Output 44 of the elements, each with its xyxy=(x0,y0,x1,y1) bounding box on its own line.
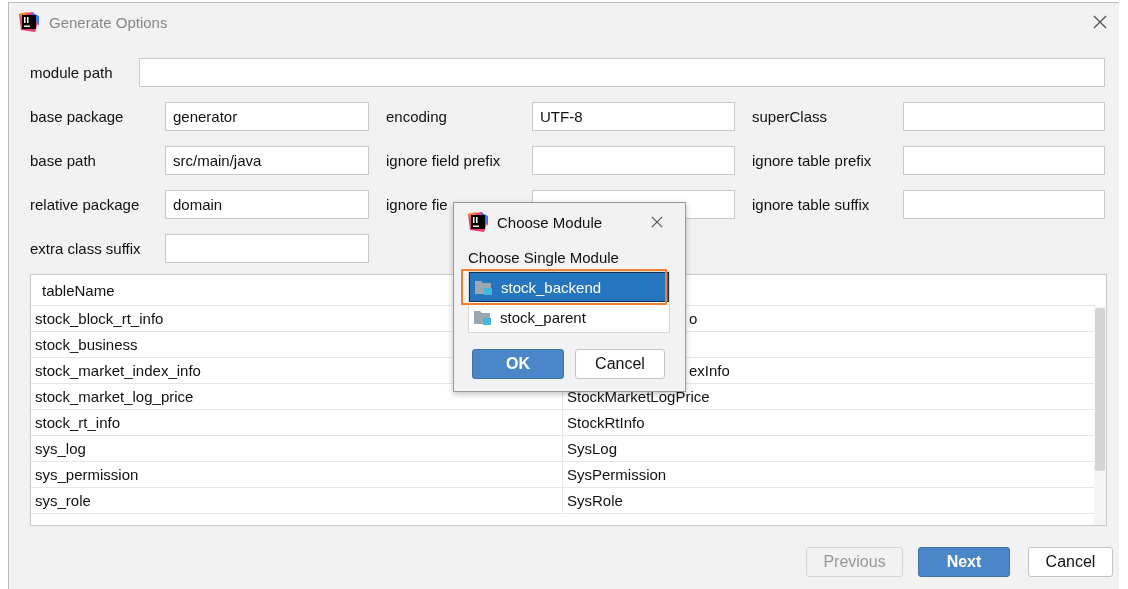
button[interactable]: Next xyxy=(918,547,1010,577)
text-field[interactable] xyxy=(165,234,369,263)
module-folder-icon xyxy=(474,279,492,295)
close-icon[interactable] xyxy=(651,216,663,228)
text-field[interactable] xyxy=(139,58,1105,87)
window-title: Generate Options xyxy=(49,13,168,31)
field-label: base path xyxy=(30,152,97,169)
table-cell-text: stock_market_log_price xyxy=(34,388,194,405)
field-label: ignore table prefix xyxy=(752,152,873,169)
table-cell-text: stock_block_rt_info xyxy=(34,310,164,327)
prompt-label: Choose Single Module xyxy=(468,249,620,266)
scrollbar-thumb[interactable] xyxy=(1095,308,1105,471)
text-field[interactable]: domain xyxy=(165,190,369,219)
app-logo-icon xyxy=(468,212,488,232)
module-folder-icon xyxy=(473,309,491,325)
table-cell-text: sys_role xyxy=(34,492,91,509)
button[interactable]: Cancel xyxy=(1028,547,1113,577)
field-label: ignore table suffix xyxy=(752,196,871,213)
list-item[interactable]: stock_backend xyxy=(469,272,669,302)
field-label: base package xyxy=(30,108,125,125)
text-field[interactable] xyxy=(903,102,1105,131)
button[interactable]: OK xyxy=(472,349,564,379)
field-label: relative package xyxy=(30,196,141,213)
table-cell-text: stock_market_index_info xyxy=(34,362,201,379)
table-cell-text: stock_rt_info xyxy=(34,414,121,431)
field-label: extra class suffix xyxy=(30,240,142,257)
field-label: module path xyxy=(30,64,114,81)
field-label: ignore field prefix xyxy=(386,152,502,169)
text-field[interactable]: UTF-8 xyxy=(532,102,735,131)
field-label: ignore fie xyxy=(386,196,449,213)
table-cell-text: sys_log xyxy=(34,440,86,457)
button[interactable]: Cancel xyxy=(575,349,665,379)
text-field[interactable] xyxy=(532,146,735,175)
dialog-title: Choose Module xyxy=(497,213,603,231)
text-field[interactable]: src/main/java xyxy=(165,146,369,175)
table-cell-text: sys_permission xyxy=(34,466,139,483)
field-label: superClass xyxy=(752,108,829,125)
text-field[interactable] xyxy=(903,146,1105,175)
close-icon[interactable] xyxy=(1093,15,1107,29)
text-field[interactable] xyxy=(903,190,1105,219)
table-cell-text: stock_business xyxy=(34,336,138,353)
app-logo-icon xyxy=(19,12,39,32)
text-field[interactable]: generator xyxy=(165,102,369,131)
field-label: encoding xyxy=(386,108,448,125)
